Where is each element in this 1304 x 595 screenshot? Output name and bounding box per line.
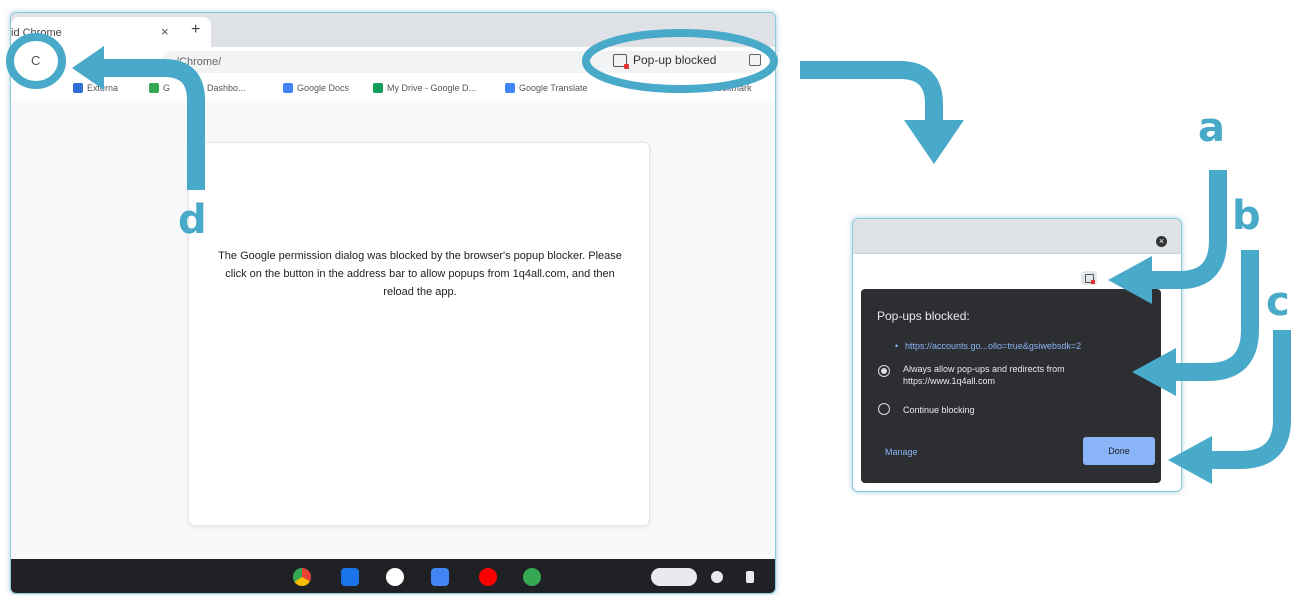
arrow-a-head (1108, 256, 1152, 304)
arrow-d-head (72, 46, 104, 90)
annotation-label-b: b (1232, 193, 1261, 239)
arrow-c-head (1168, 436, 1212, 484)
chip-highlight-circle (582, 29, 778, 93)
annotation-label-c: c (1266, 279, 1290, 325)
arrow-b-head (1132, 348, 1176, 396)
annotation-label-d: d (178, 197, 207, 243)
annotation-label-a: a (1198, 105, 1225, 151)
annotation-arrows (6, 29, 1291, 484)
arrow-chip-to-dialog (800, 61, 943, 120)
arrow-d (100, 59, 205, 190)
arrow-a (1148, 170, 1227, 289)
reload-highlight-circle (6, 33, 66, 89)
arrow-chip-head (904, 120, 964, 164)
